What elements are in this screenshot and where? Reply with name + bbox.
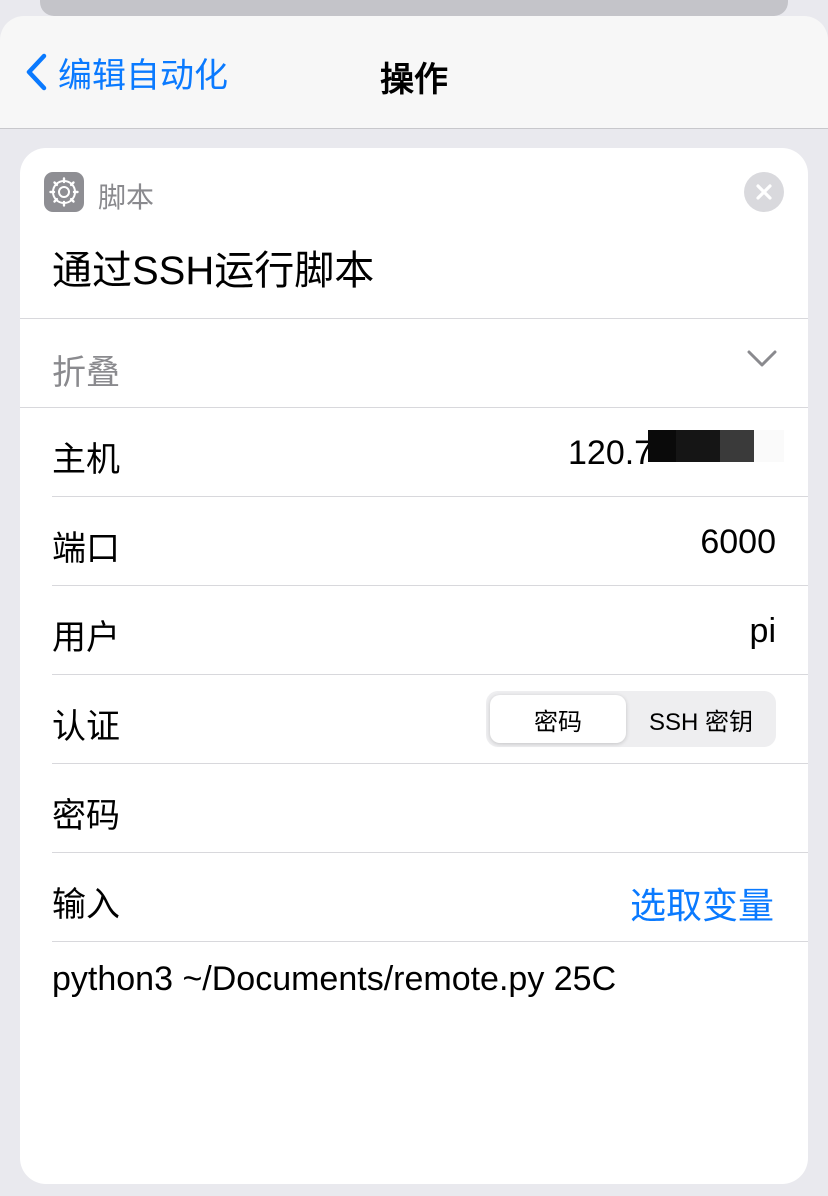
underlying-sheet (40, 0, 788, 16)
gear-icon (44, 172, 84, 212)
collapse-toggle[interactable]: 折叠 (20, 319, 808, 407)
chevron-down-icon (747, 350, 777, 367)
host-label: 主机 (52, 441, 120, 479)
redaction-block (676, 430, 720, 462)
user-label: 用户 (52, 619, 120, 657)
auth-label: 认证 (52, 708, 120, 746)
close-button[interactable] (744, 172, 784, 212)
redaction-block (648, 430, 676, 462)
input-label: 输入 (52, 886, 120, 924)
host-value: 120.7 (568, 434, 654, 472)
select-variable-button[interactable]: 选取变量 (630, 877, 774, 929)
password-label: 密码 (52, 797, 120, 835)
auth-segmented-control: 密码 SSH 密钥 (486, 691, 776, 747)
divider (52, 941, 808, 942)
close-icon (756, 184, 772, 200)
auth-row: 认证 密码 SSH 密钥 (20, 675, 808, 763)
auth-option-password[interactable]: 密码 (490, 695, 626, 743)
action-card: 脚本 通过SSH运行脚本 折叠 主机 120.7 端口 6000 用户 pi 认… (20, 148, 808, 1184)
script-editor[interactable]: python3 ~/Documents/remote.py 25C (52, 960, 776, 1160)
action-title: 通过SSH运行脚本 (52, 249, 375, 293)
redaction-block (754, 430, 784, 462)
page-title: 操作 (380, 61, 448, 99)
auth-option-ssh-key[interactable]: SSH 密钥 (630, 695, 772, 743)
port-row[interactable]: 端口 6000 (20, 497, 808, 585)
password-row[interactable]: 密码 (20, 764, 808, 852)
redaction-block (720, 430, 754, 462)
input-row: 输入 选取变量 (20, 853, 808, 941)
navigation-bar: 编辑自动化 操作 (0, 16, 828, 129)
user-row[interactable]: 用户 pi (20, 586, 808, 674)
port-label: 端口 (52, 530, 120, 568)
collapse-label: 折叠 (52, 354, 120, 392)
port-value: 6000 (700, 523, 776, 561)
user-value: pi (749, 612, 776, 650)
action-category: 脚本 (98, 182, 155, 213)
